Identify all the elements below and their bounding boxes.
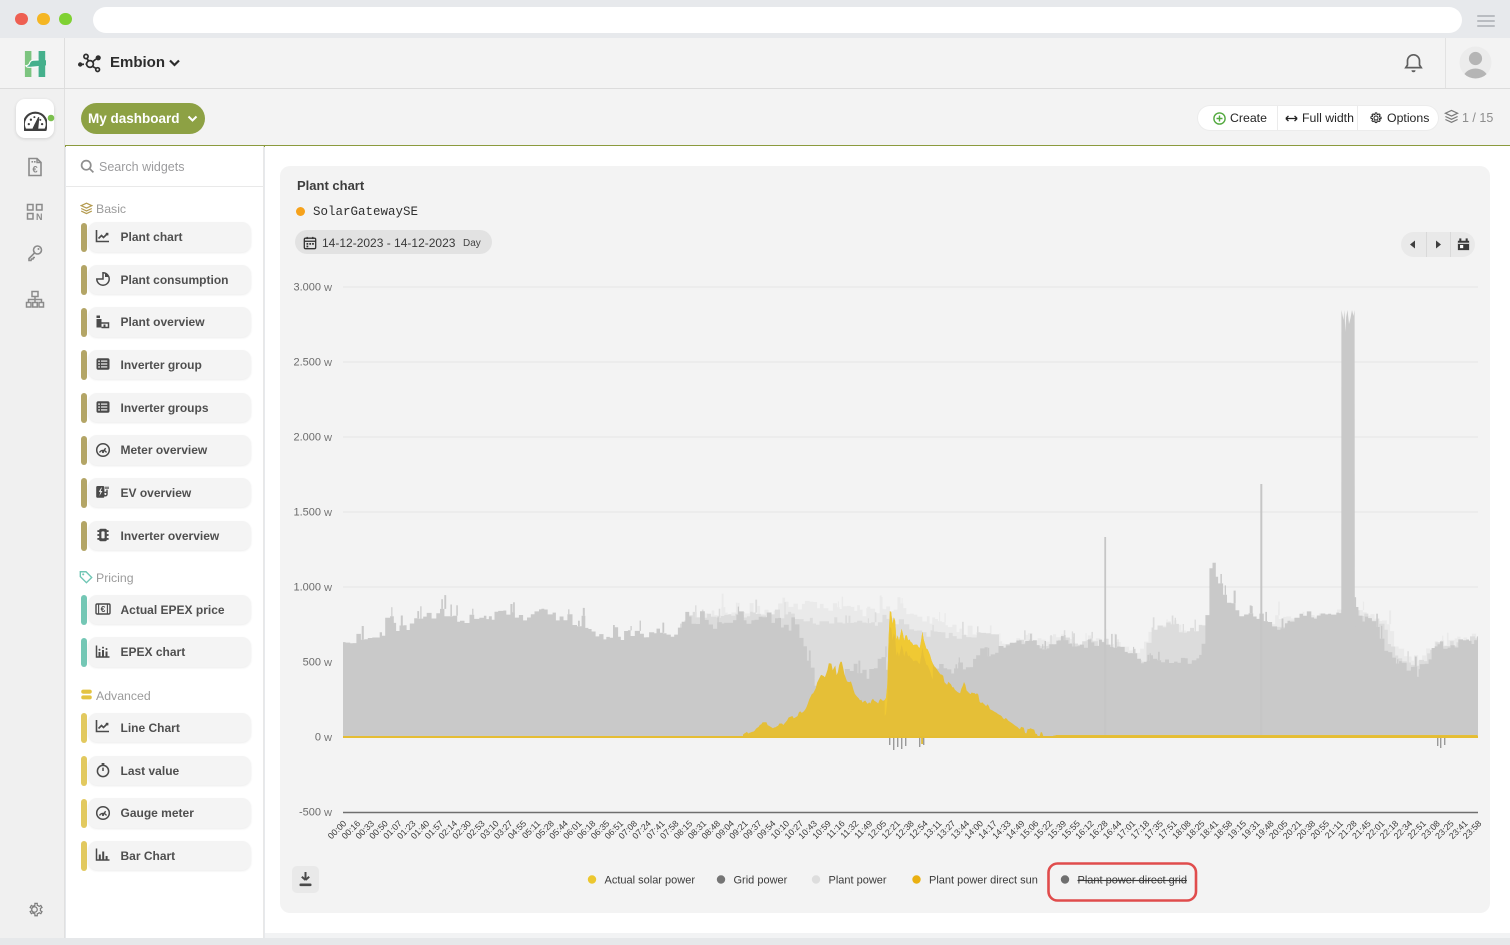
svg-text:Grid power: Grid power [734,875,788,887]
svg-text:Plant power direct sun: Plant power direct sun [929,875,1038,887]
svg-text:Plant power direct grid: Plant power direct grid [1078,875,1187,887]
svg-text:W: W [324,508,332,518]
svg-text:W: W [324,808,332,818]
svg-text:W: W [324,658,332,668]
svg-text:W: W [324,733,332,743]
svg-text:Plant power: Plant power [829,875,887,887]
svg-text:W: W [324,283,332,293]
svg-text:W: W [324,433,332,443]
svg-text:500: 500 [303,657,321,669]
svg-text:2.500: 2.500 [293,357,321,369]
svg-text:1.000: 1.000 [293,582,321,594]
svg-text:N: N [36,212,43,221]
svg-text:3.000: 3.000 [293,282,321,294]
svg-text:1.500: 1.500 [293,507,321,519]
svg-text:Actual solar power: Actual solar power [605,875,696,887]
svg-text:0: 0 [315,732,321,744]
svg-text:-500: -500 [299,807,321,819]
svg-text:€: € [32,165,38,176]
svg-text:W: W [324,358,332,368]
svg-text:W: W [324,583,332,593]
svg-text:2.000: 2.000 [293,432,321,444]
